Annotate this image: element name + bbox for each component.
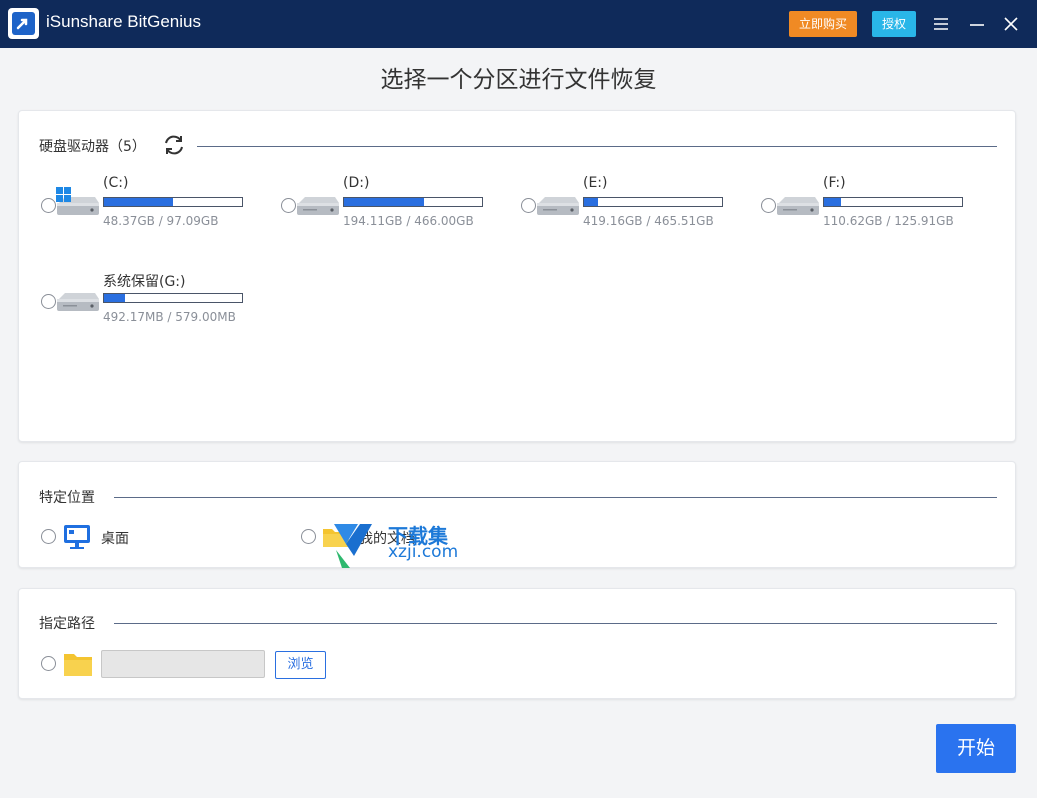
- folder-icon: [63, 651, 93, 677]
- drive-label: 系统保留(G:): [103, 274, 186, 290]
- watermark-logo-icon: [334, 524, 372, 568]
- drive-usage-bar: [583, 197, 723, 207]
- drive-usage-fill: [344, 198, 425, 206]
- drive-radio[interactable]: [521, 198, 536, 213]
- drive-size: 194.11GB / 466.00GB: [343, 214, 474, 228]
- drive-usage-bar: [823, 197, 963, 207]
- drive-icon: [55, 283, 99, 317]
- system-drive-icon: [55, 187, 99, 221]
- path-heading: 指定路径: [39, 616, 95, 632]
- drive-size: 492.17MB / 579.00MB: [103, 310, 236, 324]
- drive-usage-bar: [343, 197, 483, 207]
- divider: [197, 146, 997, 147]
- drive-radio[interactable]: [41, 198, 56, 213]
- drives-heading: 硬盘驱动器（5）: [39, 139, 146, 155]
- watermark-url: xzji.com: [388, 542, 459, 562]
- drive-item[interactable]: 系统保留(G:) 492.17MB / 579.00MB: [41, 271, 271, 341]
- drives-panel: 硬盘驱动器（5） (C:) 48.37GB / 97.09GB (D:) 194.11…: [18, 110, 1016, 442]
- app-logo-icon: [8, 8, 39, 39]
- drive-icon: [295, 187, 339, 221]
- menu-icon[interactable]: [931, 14, 951, 34]
- desktop-radio[interactable]: [41, 529, 56, 544]
- drive-usage-fill: [104, 294, 125, 302]
- authorize-button[interactable]: 授权: [872, 11, 916, 37]
- drive-item[interactable]: (C:) 48.37GB / 97.09GB: [41, 175, 271, 245]
- drive-size: 110.62GB / 125.91GB: [823, 214, 954, 228]
- refresh-icon[interactable]: [161, 132, 187, 158]
- minimize-icon[interactable]: [967, 14, 987, 34]
- desktop-label: 桌面: [101, 531, 129, 547]
- drive-label: (D:): [343, 175, 370, 191]
- browse-button[interactable]: 浏览: [275, 651, 326, 679]
- drive-radio[interactable]: [281, 198, 296, 213]
- drive-radio[interactable]: [761, 198, 776, 213]
- drive-icon: [535, 187, 579, 221]
- app-title: iSunshare BitGenius: [46, 12, 201, 31]
- drive-icon: [775, 187, 819, 221]
- drive-label: (F:): [823, 175, 846, 191]
- drive-radio[interactable]: [41, 294, 56, 309]
- location-panel: 特定位置 桌面 我的文档: [18, 461, 1016, 568]
- path-radio[interactable]: [41, 656, 56, 671]
- start-button[interactable]: 开始: [936, 724, 1016, 773]
- drive-usage-bar: [103, 293, 243, 303]
- buy-now-button[interactable]: 立即购买: [789, 11, 857, 37]
- drive-item[interactable]: (F:) 110.62GB / 125.91GB: [761, 175, 991, 245]
- divider: [114, 497, 997, 498]
- drive-usage-fill: [584, 198, 598, 206]
- page-title: 选择一个分区进行文件恢复: [380, 67, 657, 93]
- drive-size: 48.37GB / 97.09GB: [103, 214, 219, 228]
- drive-label: (E:): [583, 175, 608, 191]
- location-heading: 特定位置: [39, 490, 95, 506]
- drive-item[interactable]: (D:) 194.11GB / 466.00GB: [281, 175, 511, 245]
- documents-radio[interactable]: [301, 529, 316, 544]
- path-input[interactable]: [101, 650, 265, 678]
- divider: [114, 623, 997, 624]
- drive-item[interactable]: (E:) 419.16GB / 465.51GB: [521, 175, 751, 245]
- watermark: 下载集 xzji.com: [332, 520, 472, 570]
- drive-usage-fill: [824, 198, 841, 206]
- close-icon[interactable]: [1001, 14, 1021, 34]
- drive-size: 419.16GB / 465.51GB: [583, 214, 714, 228]
- path-panel: 指定路径 浏览: [18, 588, 1016, 699]
- title-bar: iSunshare BitGenius 立即购买 授权: [0, 0, 1037, 48]
- desktop-icon: [63, 524, 91, 550]
- drive-label: (C:): [103, 175, 129, 191]
- drive-usage-fill: [104, 198, 173, 206]
- drive-usage-bar: [103, 197, 243, 207]
